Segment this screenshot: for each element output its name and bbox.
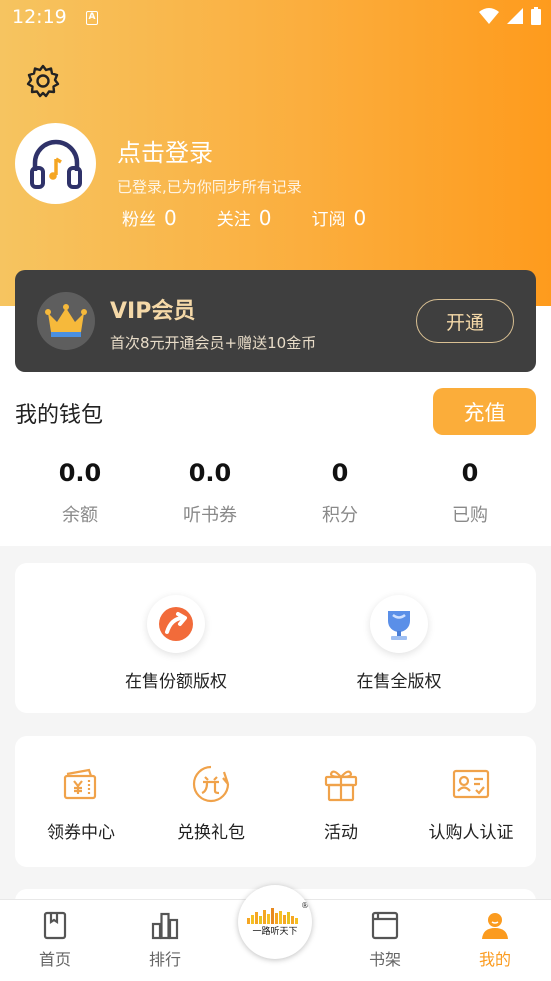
wallet-stats: 0.0 余额 0.0 听书券 0 积分 0 已购 xyxy=(15,455,536,527)
vip-card[interactable]: VIP会员 首次8元开通会员+赠送10金币 开通 xyxy=(15,270,536,372)
center-logo-button[interactable]: 一路听天下 ® xyxy=(238,885,312,959)
gear-icon xyxy=(26,64,60,98)
home-book-icon xyxy=(40,910,70,940)
vip-description: 首次8元开通会员+赠送10金币 xyxy=(110,334,317,352)
wallet-value: 0 xyxy=(461,459,479,487)
service-coupon-center[interactable]: 领券中心 xyxy=(16,764,146,843)
wallet-title: 我的钱包 xyxy=(15,403,104,428)
stat-value: 0 xyxy=(258,206,272,230)
vip-open-button[interactable]: 开通 xyxy=(416,299,514,343)
registered-mark: ® xyxy=(301,901,309,910)
wallet-item-points[interactable]: 0 积分 xyxy=(275,455,405,527)
wifi-icon xyxy=(479,8,499,24)
stat-value: 0 xyxy=(353,206,367,230)
service-activity[interactable]: 活动 xyxy=(276,764,406,843)
vip-title: VIP会员 xyxy=(110,299,196,324)
tab-ranking[interactable]: 排行 xyxy=(125,910,205,970)
tab-mine[interactable]: 我的 xyxy=(455,910,535,970)
arrow-circle-icon xyxy=(147,595,205,653)
recharge-button[interactable]: 充值 xyxy=(433,388,536,435)
tab-label: 排行 xyxy=(148,950,181,969)
wallet-label: 听书券 xyxy=(183,505,237,526)
tab-bookshelf[interactable]: 书架 xyxy=(345,910,425,970)
center-logo-text: 一路听天下 xyxy=(252,926,298,937)
stat-value: 0 xyxy=(164,206,177,230)
service-label: 兑换礼包 xyxy=(177,823,245,843)
battery-icon xyxy=(531,7,541,25)
wallet-value: 0 xyxy=(331,459,349,487)
login-subtitle: 已登录,已为你同步所有记录 xyxy=(117,178,302,196)
wallet-item-vouchers[interactable]: 0.0 听书券 xyxy=(145,455,275,527)
tab-label: 我的 xyxy=(478,950,511,969)
wallet-label: 积分 xyxy=(322,505,358,526)
wallet-label: 已购 xyxy=(452,505,488,526)
copyright-card: 在售份额版权 在售全版权 xyxy=(15,563,536,713)
profile-icon xyxy=(480,910,510,940)
tab-label: 书架 xyxy=(368,950,401,969)
copyright-label: 在售份额版权 xyxy=(125,672,227,692)
service-exchange-gift[interactable]: 兑换礼包 xyxy=(146,764,276,843)
stat-label: 粉丝 xyxy=(122,210,156,230)
copyright-share-item[interactable]: 在售份额版权 xyxy=(76,595,276,692)
id-card-icon xyxy=(451,764,491,804)
avatar[interactable] xyxy=(15,123,96,204)
profile-stats: 粉丝 0 关注 0 订阅 0 xyxy=(122,205,406,230)
status-bar: 12:19 A xyxy=(0,0,551,38)
status-time: 12:19 xyxy=(12,6,67,28)
settings-button[interactable] xyxy=(24,62,62,100)
notification-icon: A xyxy=(86,11,98,25)
ranking-icon xyxy=(150,910,180,940)
service-label: 活动 xyxy=(324,823,358,843)
wallet-value: 0.0 xyxy=(58,459,102,487)
service-label: 领券中心 xyxy=(47,823,115,843)
coupon-icon xyxy=(61,764,101,804)
bookshelf-icon xyxy=(370,910,400,940)
stat-following[interactable]: 关注 0 xyxy=(217,205,272,230)
copyright-full-item[interactable]: 在售全版权 xyxy=(299,595,499,692)
copyright-label: 在售全版权 xyxy=(356,672,442,692)
equalizer-logo-icon xyxy=(247,907,298,924)
signal-icon xyxy=(507,8,523,24)
tab-label: 首页 xyxy=(38,950,71,969)
services-card: 领券中心 兑换礼包 活动 认购人认证 xyxy=(15,736,536,867)
stat-label: 关注 xyxy=(216,210,251,230)
wallet-item-balance[interactable]: 0.0 余额 xyxy=(15,455,145,527)
crown-icon xyxy=(37,292,95,350)
tab-home[interactable]: 首页 xyxy=(15,910,95,970)
status-icons xyxy=(479,7,541,25)
headphones-icon xyxy=(29,139,82,189)
wallet-value: 0.0 xyxy=(188,459,232,487)
stat-subscriptions[interactable]: 订阅 0 xyxy=(311,205,366,230)
wallet-label: 余额 xyxy=(62,505,98,526)
service-buyer-verification[interactable]: 认购人认证 xyxy=(406,764,536,843)
stat-fans[interactable]: 粉丝 0 xyxy=(122,205,177,230)
service-label: 认购人认证 xyxy=(428,823,514,843)
stat-label: 订阅 xyxy=(311,210,346,230)
exchange-icon xyxy=(191,764,231,804)
login-title[interactable]: 点击登录 xyxy=(117,133,213,168)
trophy-icon xyxy=(370,595,428,653)
wallet-item-purchased[interactable]: 0 已购 xyxy=(405,455,535,527)
gift-icon xyxy=(321,764,361,804)
